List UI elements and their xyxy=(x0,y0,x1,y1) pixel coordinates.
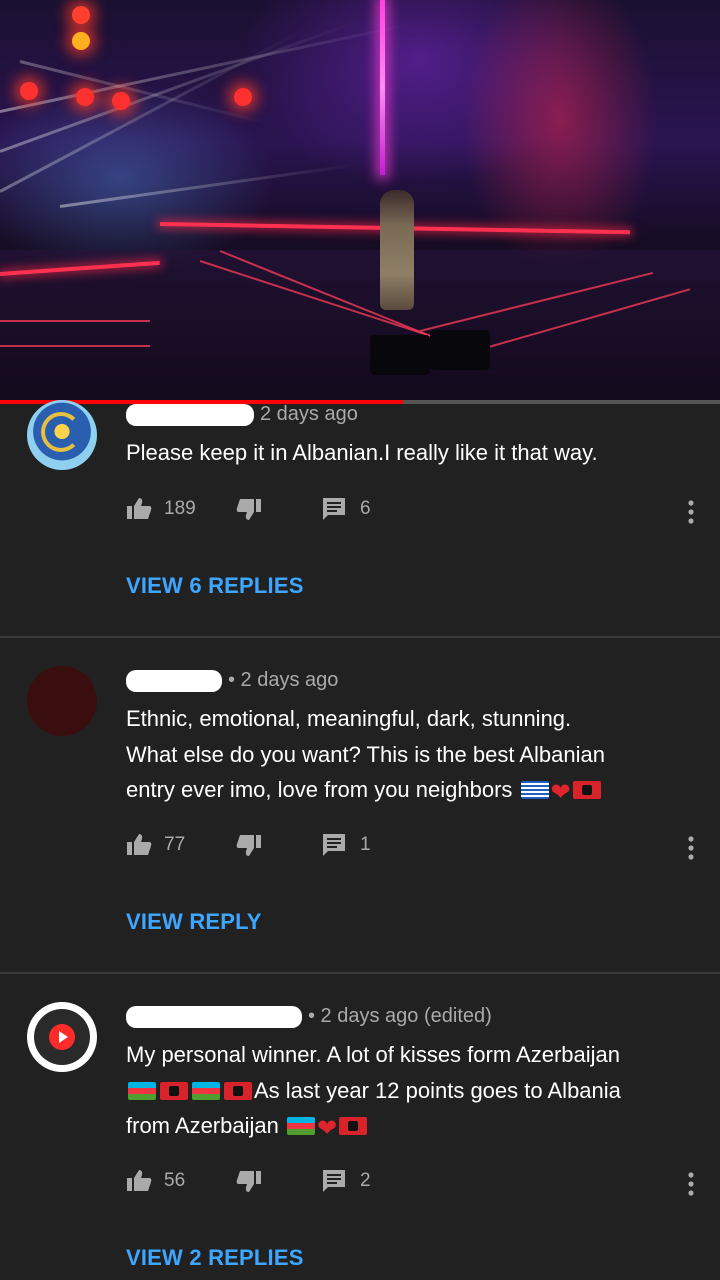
divider xyxy=(0,636,720,638)
more-options-button[interactable] xyxy=(686,497,696,527)
albania-flag-icon xyxy=(572,781,601,799)
comment-text: Please keep it in Albanian.I really like… xyxy=(126,440,598,465)
reply-button[interactable]: 1 xyxy=(322,833,371,857)
heart-icon: ❤ xyxy=(550,779,571,806)
like-button[interactable]: 77 xyxy=(126,833,185,857)
thumbs-down-icon xyxy=(236,499,261,520)
like-count: 189 xyxy=(164,498,196,519)
more-vertical-icon xyxy=(688,500,694,524)
more-options-button[interactable] xyxy=(686,833,696,863)
view-replies-link[interactable]: VIEW 6 REPLIES xyxy=(126,573,304,599)
like-button[interactable]: 189 xyxy=(126,497,196,521)
dislike-button[interactable] xyxy=(236,1169,262,1193)
video-player[interactable] xyxy=(0,0,720,402)
comment-actions: 77 1 xyxy=(126,833,696,863)
thumbs-up-icon xyxy=(127,1170,152,1191)
video-progress-bar[interactable] xyxy=(0,400,720,404)
comment-actions: 189 6 xyxy=(126,497,696,527)
comment-time: • 2 days ago (edited) xyxy=(308,1005,492,1027)
more-options-button[interactable] xyxy=(686,1169,696,1199)
heart-icon: ❤ xyxy=(316,1115,338,1142)
reply-button[interactable]: 2 xyxy=(322,1169,371,1193)
azerbaijan-flag-icon xyxy=(192,1081,220,1100)
thumbs-up-icon xyxy=(127,834,152,855)
divider xyxy=(0,972,720,974)
albania-flag-icon xyxy=(224,1081,252,1100)
author-name-redacted[interactable] xyxy=(126,669,222,692)
avatar[interactable] xyxy=(27,1002,97,1072)
avatar[interactable] xyxy=(27,666,97,736)
play-icon xyxy=(59,1031,68,1043)
dislike-button[interactable] xyxy=(236,833,262,857)
view-replies-link[interactable]: VIEW REPLY xyxy=(126,909,262,935)
comment-text: Ethnic, emotional, meaningful, dark, stu… xyxy=(126,706,605,806)
like-count: 77 xyxy=(164,834,186,855)
dislike-button[interactable] xyxy=(236,497,262,521)
view-replies-link[interactable]: VIEW 2 REPLIES xyxy=(126,1245,304,1271)
like-button[interactable]: 56 xyxy=(126,1169,185,1193)
comment-time: 2 days ago xyxy=(260,403,358,425)
avatar[interactable] xyxy=(27,400,97,470)
comment-icon xyxy=(323,498,345,520)
performer-figure xyxy=(380,190,414,310)
thumbs-down-icon xyxy=(236,835,261,856)
thumbs-up-icon xyxy=(127,498,152,519)
comment-actions: 56 2 xyxy=(126,1169,696,1199)
comment-icon xyxy=(323,834,345,856)
reply-count: 6 xyxy=(360,498,371,519)
comment-time: • 2 days ago xyxy=(228,669,339,691)
albania-flag-icon xyxy=(339,1117,368,1135)
thumbs-down-icon xyxy=(236,1171,261,1192)
more-vertical-icon xyxy=(688,836,694,860)
greece-flag-icon xyxy=(520,781,549,799)
like-count: 56 xyxy=(164,1170,186,1191)
azerbaijan-flag-icon xyxy=(286,1117,315,1135)
reply-count: 1 xyxy=(360,834,371,855)
author-name-redacted[interactable] xyxy=(126,1005,302,1028)
albania-flag-icon xyxy=(160,1081,188,1100)
comment-text: My personal winner. A lot of kisses form… xyxy=(126,1042,621,1142)
reply-count: 2 xyxy=(360,1170,371,1191)
azerbaijan-flag-icon xyxy=(128,1081,156,1100)
comment-icon xyxy=(323,1170,345,1192)
reply-button[interactable]: 6 xyxy=(322,497,371,521)
author-name-redacted[interactable] xyxy=(126,403,254,426)
more-vertical-icon xyxy=(688,1172,694,1196)
